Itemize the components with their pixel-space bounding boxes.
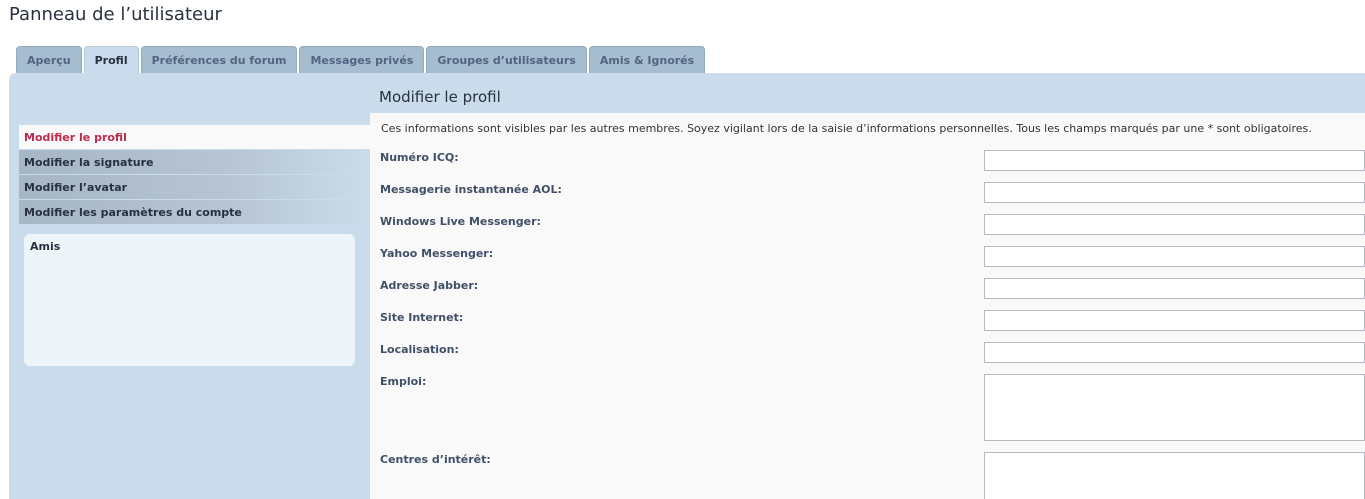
icq-input[interactable] [984, 150, 1365, 171]
tab-bar: Aperçu Profil Préférences du forum Messa… [16, 46, 707, 74]
sidebar-item-edit-avatar[interactable]: Modifier l’avatar [19, 175, 370, 199]
label-interests: Centres d’intérêt: [380, 453, 491, 466]
friends-box: Amis [24, 234, 355, 366]
label-occupation: Emploi: [380, 375, 427, 388]
tab-overview[interactable]: Aperçu [16, 46, 82, 73]
form-intro: Ces informations sont visibles par les a… [381, 122, 1312, 135]
label-aol: Messagerie instantanée AOL: [380, 183, 562, 196]
label-website: Site Internet: [380, 311, 464, 324]
page-title: Panneau de l’utilisateur [9, 4, 222, 25]
wlm-input[interactable] [984, 214, 1365, 235]
friends-title: Amis [30, 240, 61, 253]
label-yahoo: Yahoo Messenger: [380, 247, 494, 260]
website-input[interactable] [984, 310, 1365, 331]
label-icq: Numéro ICQ: [380, 151, 459, 164]
sidebar-item-edit-signature[interactable]: Modifier la signature [19, 150, 370, 174]
tab-private-messages[interactable]: Messages privés [299, 46, 425, 73]
label-wlm: Windows Live Messenger: [380, 215, 541, 228]
label-jabber: Adresse Jabber: [380, 279, 479, 292]
profile-form: Ces informations sont visibles par les a… [370, 113, 1365, 499]
yahoo-input[interactable] [984, 246, 1365, 267]
occupation-textarea[interactable] [984, 374, 1365, 441]
sidebar-menu: Modifier le profil Modifier la signature… [19, 125, 370, 225]
sidebar-item-account-settings[interactable]: Modifier les paramètres du compte [19, 200, 370, 224]
tab-profile[interactable]: Profil [83, 46, 139, 74]
tab-forum-preferences[interactable]: Préférences du forum [140, 46, 298, 73]
location-input[interactable] [984, 342, 1365, 363]
jabber-input[interactable] [984, 278, 1365, 299]
aol-input[interactable] [984, 182, 1365, 203]
content-title: Modifier le profil [379, 88, 501, 106]
label-location: Localisation: [380, 343, 459, 356]
tab-user-groups[interactable]: Groupes d’utilisateurs [426, 46, 587, 73]
tab-friends-foes[interactable]: Amis & Ignorés [588, 46, 706, 73]
sidebar-item-edit-profile[interactable]: Modifier le profil [19, 125, 370, 149]
interests-textarea[interactable] [984, 452, 1365, 499]
